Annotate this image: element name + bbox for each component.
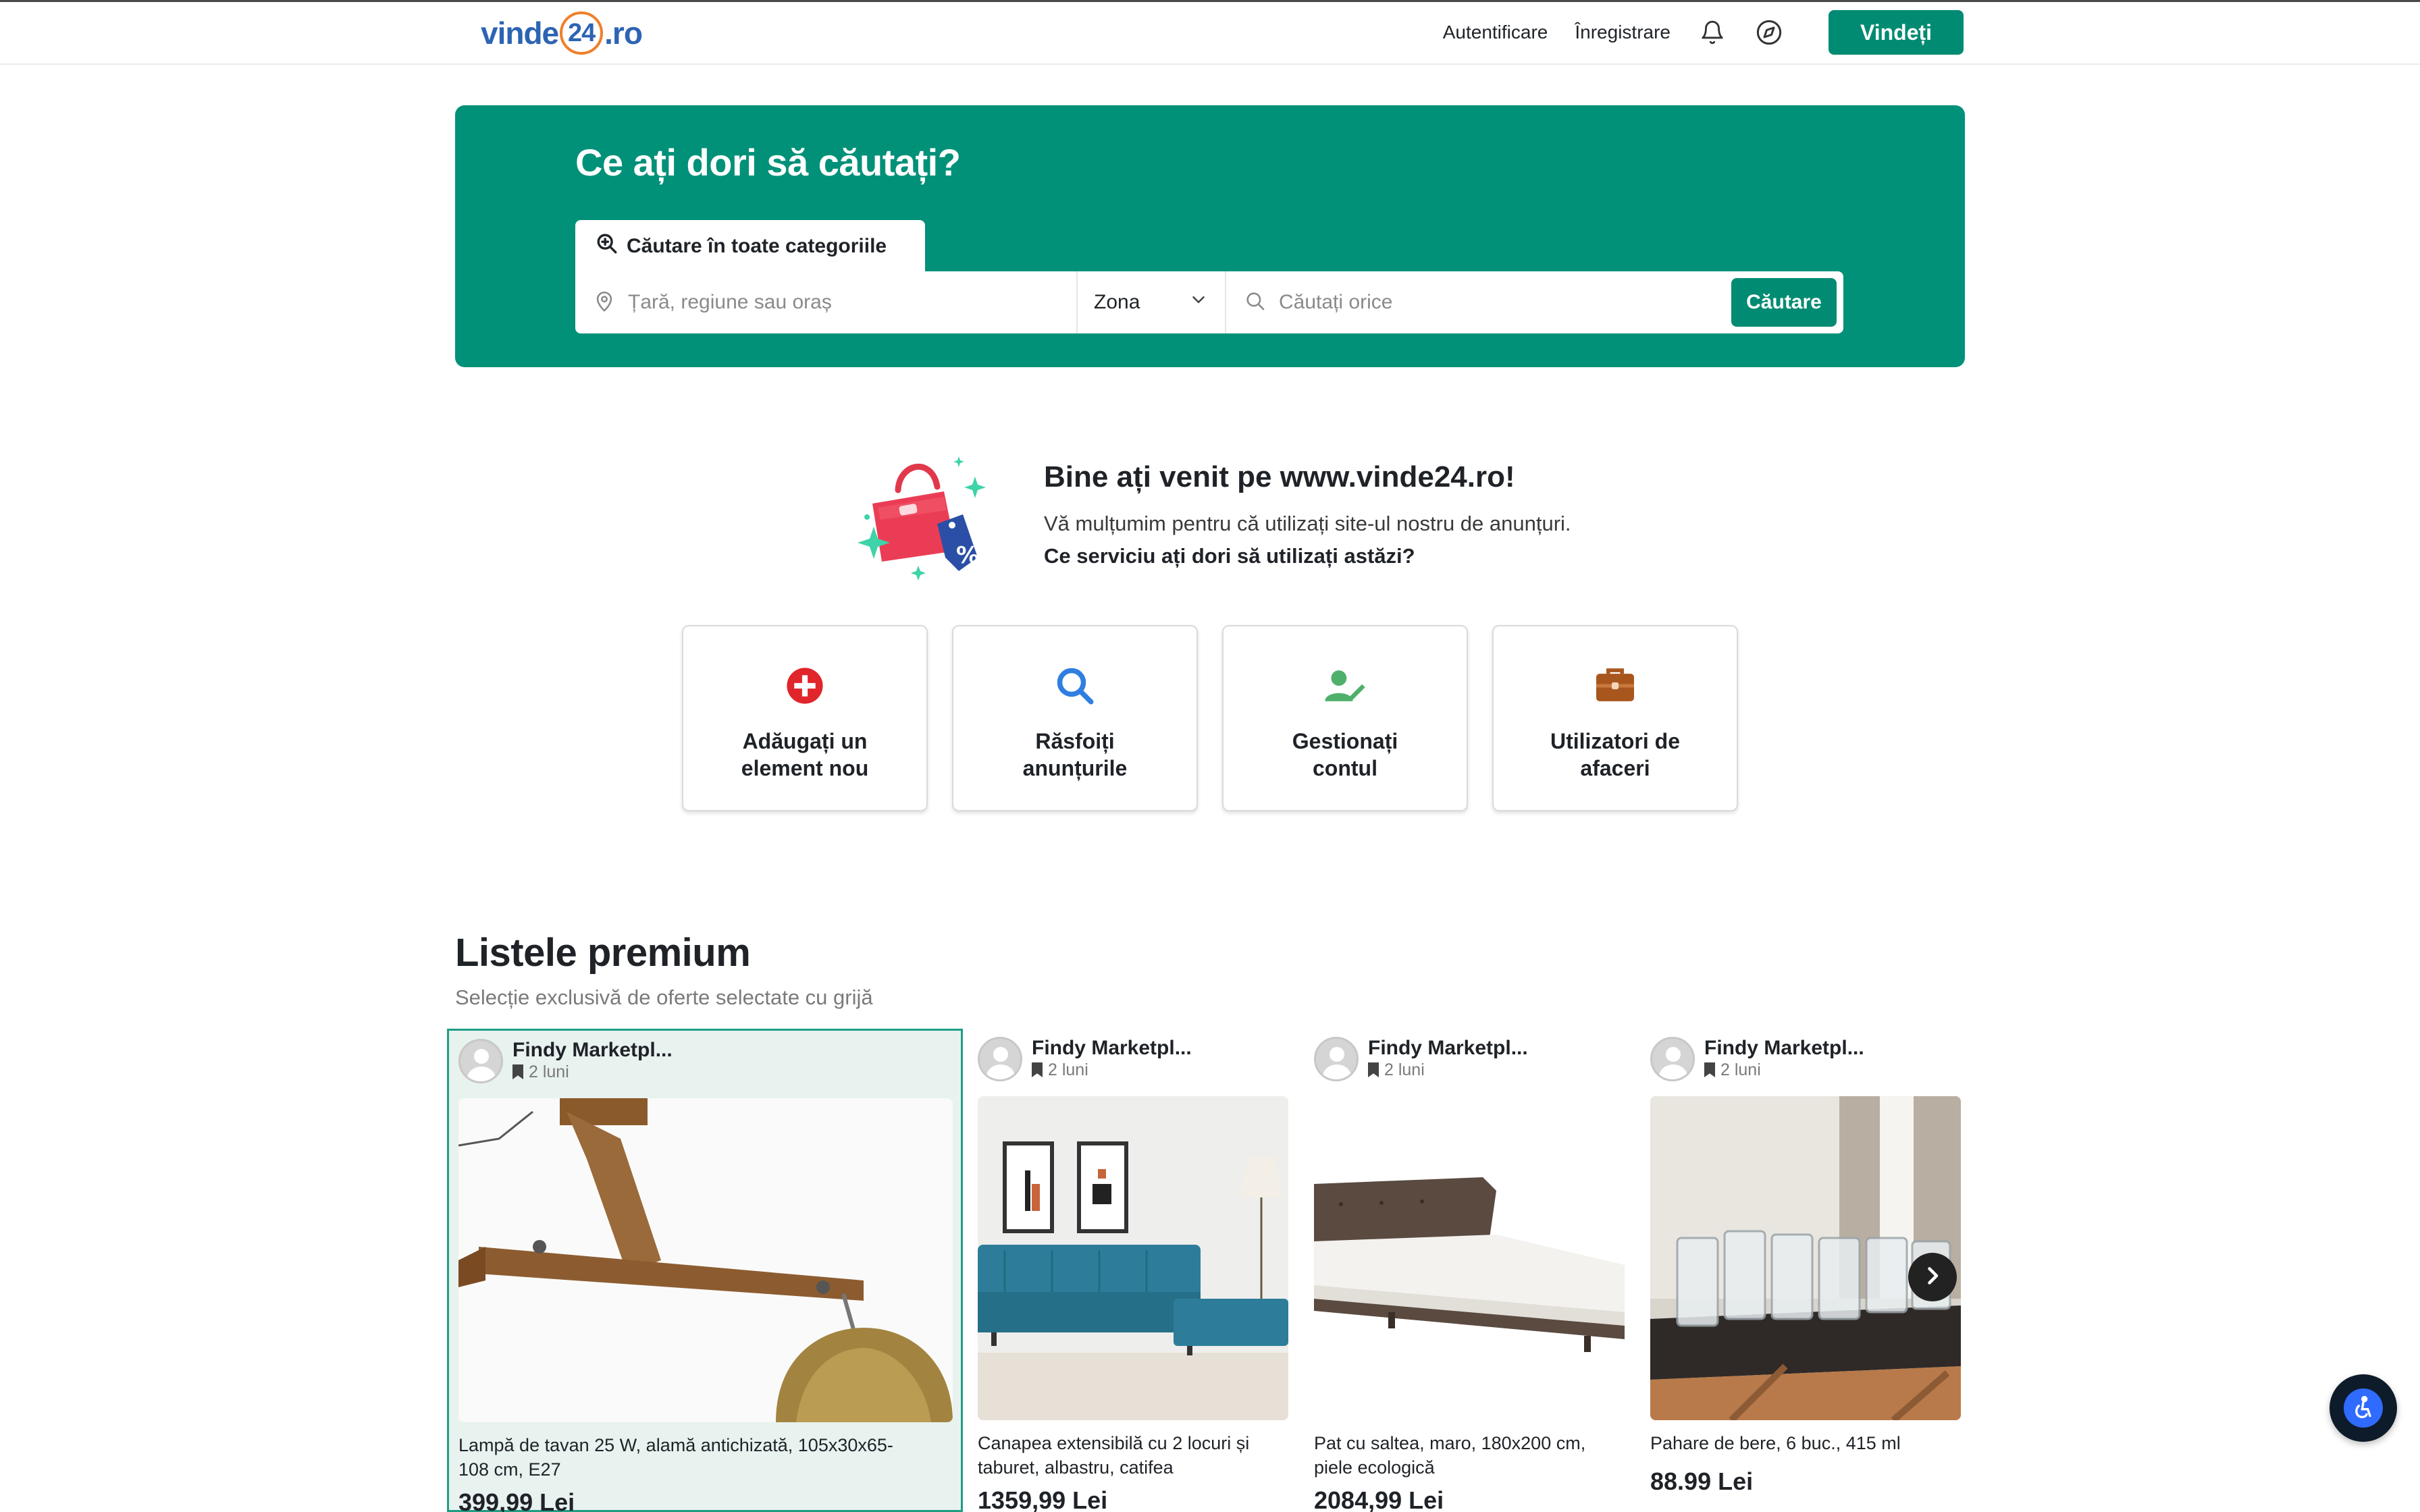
listing-card[interactable]: Findy Marketpl... 2 luni Lampă de tavan … xyxy=(447,1029,963,1512)
login-link[interactable]: Autentificare xyxy=(1443,22,1548,43)
accessibility-button[interactable] xyxy=(2330,1374,2397,1442)
listing-price: 399,99 Lei xyxy=(458,1488,575,1512)
listing-age: 2 luni xyxy=(529,1062,569,1081)
header-nav: Autentificare Înregistrare Vindeți xyxy=(1443,10,1964,55)
seller-name[interactable]: Findy Marketpl... xyxy=(1032,1037,1192,1060)
listing-image-glasses[interactable] xyxy=(1650,1096,1961,1420)
listing-price: 2084,99 Lei xyxy=(1314,1486,1444,1512)
map-pin-icon xyxy=(593,290,616,316)
listing-title-line: Canapea extensibilă cu 2 locuri și xyxy=(978,1433,1250,1453)
listing-title[interactable]: Canapea extensibilă cu 2 locuri și tabur… xyxy=(978,1431,1295,1480)
avatar xyxy=(1314,1037,1359,1081)
logo-ring: 24 xyxy=(560,11,604,55)
listing-price: 1359,99 Lei xyxy=(978,1486,1108,1512)
plus-circle-icon xyxy=(783,664,826,707)
premium-title: Listele premium xyxy=(455,931,751,975)
compass-icon[interactable] xyxy=(1754,18,1784,47)
search-button[interactable]: Căutare xyxy=(1731,278,1837,327)
site-header: vinde 24 .ro Autentificare Înregistrare … xyxy=(0,2,2420,65)
premium-subtitle: Selecție exclusivă de oferte selectate c… xyxy=(455,986,873,1009)
welcome-title: Bine ați venit pe www.vinde24.ro! xyxy=(1044,460,1515,493)
chevron-right-icon xyxy=(1920,1264,1945,1291)
bookmark-icon xyxy=(1704,1062,1715,1077)
service-card-manage-account[interactable]: Gestionați contul xyxy=(1222,625,1468,811)
register-link[interactable]: Înregistrare xyxy=(1575,22,1671,43)
search-icon xyxy=(1244,290,1267,316)
listing-title[interactable]: Pat cu saltea, maro, 180x200 cm, piele e… xyxy=(1314,1431,1631,1480)
listing-title[interactable]: Pahare de bere, 6 buc., 415 ml xyxy=(1650,1431,1968,1455)
listing-title-line: piele ecologică xyxy=(1314,1457,1435,1478)
accessibility-icon xyxy=(2344,1388,2383,1428)
seller-name[interactable]: Findy Marketpl... xyxy=(512,1039,673,1062)
listing-image-sofa[interactable] xyxy=(978,1096,1288,1420)
sell-button[interactable]: Vindeți xyxy=(1829,10,1964,55)
location-input[interactable]: Țară, regiune sau oraș xyxy=(575,271,1078,333)
listing-age: 2 luni xyxy=(1720,1060,1761,1079)
listing-image-lamp[interactable] xyxy=(458,1098,953,1422)
search-bar: Țară, regiune sau oraș Zona Căutați oric… xyxy=(575,271,1843,333)
service-cards: Adăugați un element nou Răsfoiți anunțur… xyxy=(682,625,1738,811)
listing-title-line: 108 cm, E27 xyxy=(458,1459,561,1480)
service-card-business-users[interactable]: Utilizatori de afaceri xyxy=(1492,625,1738,811)
carousel-next-button[interactable] xyxy=(1908,1253,1957,1301)
listing-title-line: Pat cu saltea, maro, 180x200 cm, xyxy=(1314,1433,1586,1453)
bookmark-icon xyxy=(1368,1062,1379,1077)
logo-text-left: vinde xyxy=(481,16,559,51)
zone-label: Zona xyxy=(1094,291,1140,313)
seller-name[interactable]: Findy Marketpl... xyxy=(1704,1037,1864,1060)
tab-label: Căutare în toate categoriile xyxy=(627,235,887,257)
tab-all-categories[interactable]: Căutare în toate categoriile xyxy=(575,220,925,273)
listing-header: Findy Marketpl... 2 luni xyxy=(458,1039,673,1083)
listing-image-bed[interactable] xyxy=(1314,1096,1625,1420)
bookmark-icon xyxy=(1032,1062,1043,1077)
avatar xyxy=(1650,1037,1695,1081)
user-edit-icon xyxy=(1323,664,1367,707)
service-label: Adăugați un element nou xyxy=(741,729,869,780)
listing-age: 2 luni xyxy=(1384,1060,1425,1079)
listing-title[interactable]: Lampă de tavan 25 W, alamă antichizată, … xyxy=(458,1433,958,1482)
listing-price: 88.99 Lei xyxy=(1650,1467,1754,1495)
zoom-search-icon xyxy=(596,232,619,261)
service-label: Gestionați contul xyxy=(1292,729,1398,780)
listing-title-line: Pahare de bere, 6 buc., 415 ml xyxy=(1650,1433,1901,1453)
magnifier-icon xyxy=(1053,664,1097,707)
briefcase-icon xyxy=(1594,664,1637,707)
site-logo[interactable]: vinde 24 .ro xyxy=(481,9,643,57)
hero-search-panel: Ce ați dori să căutați? Căutare în toate… xyxy=(455,105,1965,367)
listing-header: Findy Marketpl... 2 luni xyxy=(978,1037,1192,1081)
listing-header: Findy Marketpl... 2 luni xyxy=(1650,1037,1864,1081)
welcome-question: Ce serviciu ați dori să utilizați astăzi… xyxy=(1044,544,1415,568)
location-placeholder: Țară, regiune sau oraș xyxy=(628,291,832,313)
listing-title-line: taburet, albastru, catifea xyxy=(978,1457,1174,1478)
service-label: Utilizatori de afaceri xyxy=(1550,729,1680,780)
listing-card[interactable]: Findy Marketpl... 2 luni Canapea extensi… xyxy=(968,1029,1292,1512)
bookmark-icon xyxy=(512,1064,523,1079)
shopping-bag-illustration: % xyxy=(858,450,1006,585)
seller-name[interactable]: Findy Marketpl... xyxy=(1368,1037,1528,1060)
welcome-text: Vă mulțumim pentru că utilizați site-ul … xyxy=(1044,512,1571,535)
badge-symbol: % xyxy=(956,542,979,569)
logo-text-right: .ro xyxy=(604,16,643,51)
listing-age: 2 luni xyxy=(1048,1060,1088,1079)
service-card-add-item[interactable]: Adăugați un element nou xyxy=(682,625,928,811)
service-card-browse[interactable]: Răsfoiți anunțurile xyxy=(952,625,1198,811)
listing-card[interactable]: Findy Marketpl... 2 luni Pat cu saltea, … xyxy=(1305,1029,1629,1512)
listing-title-line: Lampă de tavan 25 W, alamă antichizată, … xyxy=(458,1435,893,1455)
hero-title: Ce ați dori să căutați? xyxy=(575,141,961,184)
query-input[interactable]: Căutați orice xyxy=(1226,271,1731,333)
query-placeholder: Căutați orice xyxy=(1279,291,1393,313)
bell-icon[interactable] xyxy=(1698,18,1727,47)
avatar xyxy=(458,1039,503,1083)
avatar xyxy=(978,1037,1022,1081)
listing-header: Findy Marketpl... 2 luni xyxy=(1314,1037,1528,1081)
chevron-down-icon xyxy=(1188,290,1209,315)
service-label: Răsfoiți anunțurile xyxy=(1022,729,1128,780)
zone-select[interactable]: Zona xyxy=(1078,271,1226,333)
